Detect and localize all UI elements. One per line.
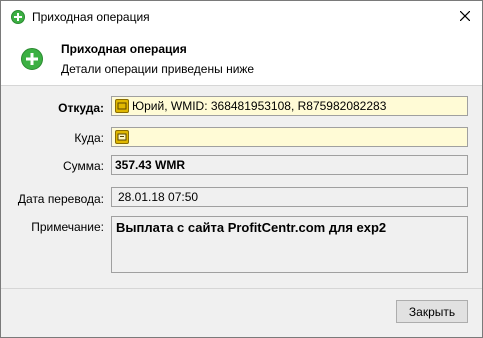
to-label: Куда: xyxy=(74,131,104,145)
plus-circle-icon xyxy=(11,10,25,24)
date-value: 28.01.18 07:50 xyxy=(118,190,199,204)
plus-circle-icon xyxy=(21,48,43,70)
date-field: 28.01.18 07:50 xyxy=(111,187,468,207)
amount-value: 357.43 WMR xyxy=(115,158,186,172)
amount-label: Сумма: xyxy=(62,159,104,173)
header-subtitle: Детали операции приведены ниже xyxy=(61,62,255,76)
close-button[interactable]: Закрыть xyxy=(396,300,468,323)
title-bar[interactable]: Приходная операция xyxy=(1,1,482,32)
to-field[interactable] xyxy=(111,127,468,147)
dialog-window: Приходная операция Приходная операция Де… xyxy=(0,0,483,338)
wm-wallet-icon xyxy=(115,99,129,113)
dialog-header: Приходная операция Детали операции приве… xyxy=(1,32,482,86)
wm-card-icon xyxy=(115,130,129,144)
close-window-button[interactable] xyxy=(447,1,482,32)
header-title: Приходная операция xyxy=(61,42,187,56)
date-label: Дата перевода: xyxy=(17,192,104,206)
note-value: Выплата с сайта ProfitCentr.com для exp2 xyxy=(116,220,387,235)
note-field: Выплата с сайта ProfitCentr.com для exp2 xyxy=(111,216,468,273)
from-field[interactable]: Юрий, WMID: 368481953108, R875982082283 xyxy=(111,96,468,116)
note-label: Примечание: xyxy=(31,220,104,234)
window-title: Приходная операция xyxy=(32,10,150,24)
close-icon xyxy=(459,10,470,24)
amount-field: 357.43 WMR xyxy=(111,155,468,175)
from-value: Юрий, WMID: 368481953108, R875982082283 xyxy=(132,99,387,113)
from-label: Откуда: xyxy=(58,101,104,115)
